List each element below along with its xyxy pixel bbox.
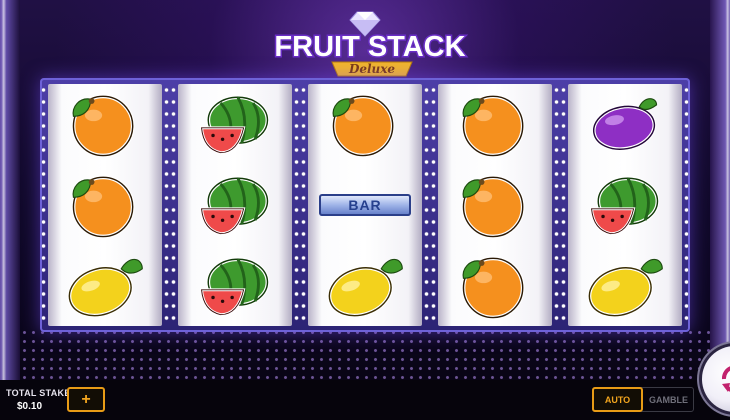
lemon-icon bbox=[67, 258, 143, 318]
watermelon-symbol bbox=[568, 165, 682, 245]
bar-symbol: BAR bbox=[308, 165, 422, 245]
orange-symbol bbox=[308, 84, 422, 164]
watermelon-icon bbox=[589, 176, 660, 236]
orange-symbol bbox=[438, 165, 552, 245]
orange-symbol bbox=[438, 246, 552, 326]
spin-arrows-icon bbox=[722, 366, 730, 392]
increase-stake-button[interactable]: + bbox=[67, 387, 105, 412]
orange-symbol bbox=[438, 84, 552, 164]
watermelon-icon bbox=[199, 176, 270, 236]
bar-symbol-label: BAR bbox=[319, 194, 411, 216]
logo-subtitle: Deluxe bbox=[348, 62, 395, 76]
game-logo: FRUIT STACK Deluxe bbox=[273, 11, 467, 77]
orange-icon bbox=[71, 175, 135, 239]
orange-icon bbox=[461, 94, 525, 158]
watermelon-icon bbox=[199, 95, 270, 155]
lemon-icon bbox=[327, 258, 403, 318]
orange-symbol bbox=[48, 84, 162, 164]
reel-5 bbox=[561, 84, 689, 326]
auto-button[interactable]: AUTO bbox=[592, 387, 643, 412]
lemon-symbol bbox=[48, 246, 162, 326]
reel-4 bbox=[431, 84, 559, 326]
orange-icon bbox=[461, 175, 525, 239]
total-stake-label: TOTAL STAKE bbox=[6, 388, 71, 398]
light-dots-decoration bbox=[20, 328, 710, 380]
logo-title: FRUIT STACK bbox=[274, 31, 465, 63]
reel-3: BAR bbox=[301, 84, 429, 326]
plum-icon bbox=[591, 98, 658, 152]
orange-icon bbox=[71, 94, 135, 158]
orange-icon bbox=[331, 94, 395, 158]
orange-icon bbox=[461, 256, 525, 320]
gamble-button[interactable]: GAMBLE bbox=[643, 387, 694, 412]
reel-2 bbox=[171, 84, 299, 326]
lemon-symbol bbox=[568, 246, 682, 326]
watermelon-symbol bbox=[178, 84, 292, 164]
game-stage: FRUIT STACK Deluxe BAR TOTAL STAKE $0.10… bbox=[0, 0, 730, 420]
watermelon-icon bbox=[199, 257, 270, 317]
lemon-icon bbox=[587, 258, 663, 318]
reel-1 bbox=[41, 84, 169, 326]
total-stake-value: $0.10 bbox=[17, 401, 43, 412]
plum-symbol bbox=[568, 84, 682, 164]
lemon-symbol bbox=[308, 246, 422, 326]
watermelon-symbol bbox=[178, 246, 292, 326]
orange-symbol bbox=[48, 165, 162, 245]
watermelon-symbol bbox=[178, 165, 292, 245]
